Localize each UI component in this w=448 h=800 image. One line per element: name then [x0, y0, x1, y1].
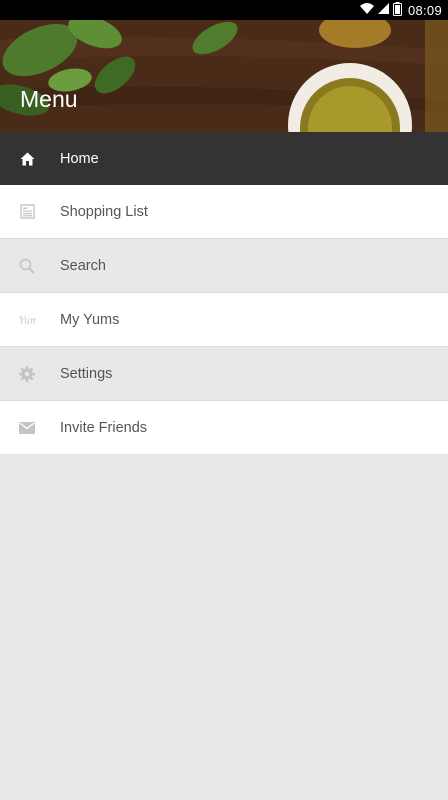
battery-icon: [392, 1, 402, 19]
menu-item-label: Search: [60, 257, 106, 274]
status-icons: [359, 1, 402, 19]
menu-item-label: Settings: [60, 365, 113, 382]
menu-header: Menu: [0, 20, 448, 132]
list-icon: [0, 185, 60, 238]
menu-item-search[interactable]: Search: [0, 239, 448, 292]
signal-icon: [377, 2, 390, 18]
menu-item-label: Invite Friends: [60, 419, 148, 436]
menu-item-label: Home: [60, 150, 99, 167]
navigation-menu: Home Shopping List Search Yu m: [0, 132, 448, 454]
menu-title: Menu: [20, 86, 78, 112]
menu-item-home[interactable]: Home: [0, 132, 448, 185]
svg-text:Yum: Yum: [19, 316, 36, 325]
home-icon: [0, 132, 60, 185]
menu-item-label: My Yums: [60, 311, 120, 328]
menu-item-shopping-list[interactable]: Shopping List: [0, 185, 448, 238]
status-time: 08:09: [407, 2, 442, 18]
wifi-icon: [359, 2, 375, 18]
menu-item-settings[interactable]: Settings: [0, 347, 448, 400]
yums-icon: Yum: [0, 293, 60, 346]
menu-item-invite-friends[interactable]: Invite Friends: [0, 401, 448, 454]
mail-icon: [0, 401, 60, 454]
menu-item-my-yums[interactable]: Yum My Yums: [0, 293, 448, 346]
gear-icon: [0, 347, 60, 400]
status-bar: 08:09: [0, 0, 448, 20]
header-photo: [0, 20, 448, 132]
search-icon: [0, 239, 60, 292]
menu-item-label: Shopping List: [60, 203, 148, 220]
